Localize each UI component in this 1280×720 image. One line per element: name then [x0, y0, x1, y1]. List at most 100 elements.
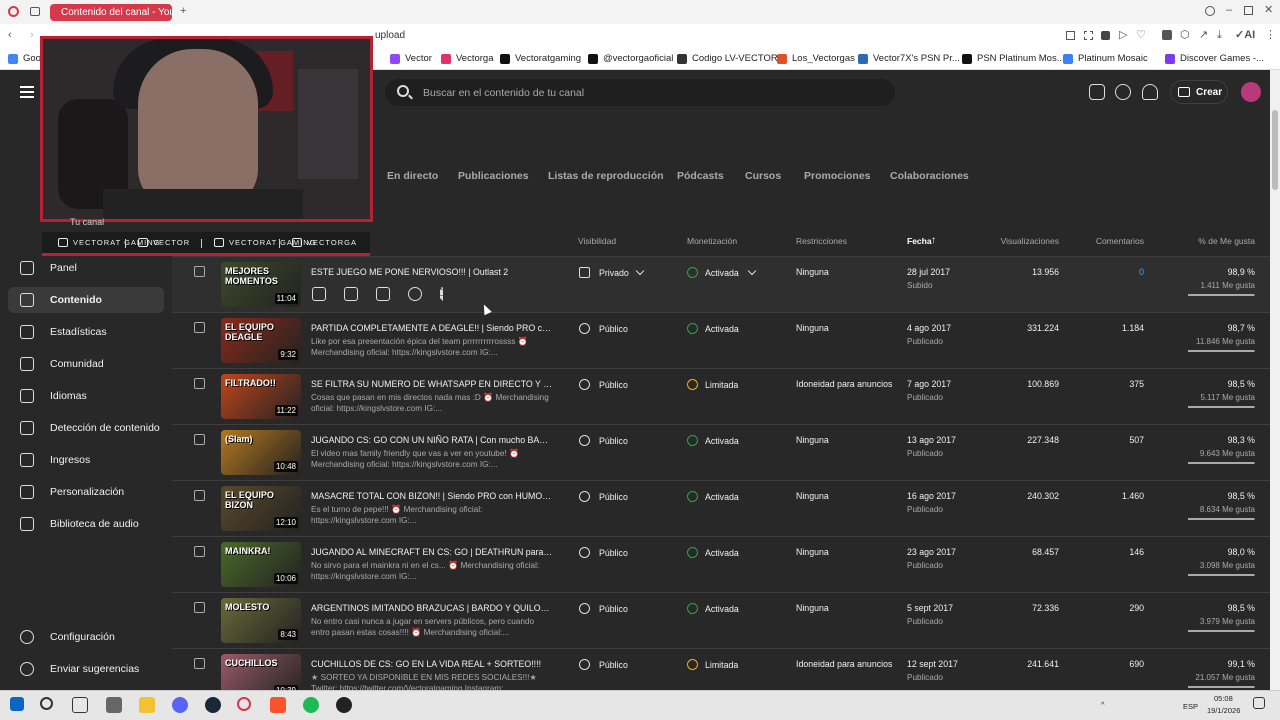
video-title[interactable]: JUGANDO AL MINECRAFT EN CS: GO | DEATHRU…	[311, 547, 553, 557]
table-row[interactable]: (Slam) 10:48 JUGANDO CS: GO CON UN NIÑO RA…	[172, 425, 1270, 481]
monetization-status[interactable]: Limitada	[687, 659, 738, 670]
share-icon[interactable]: ↗	[1199, 30, 1208, 41]
video-title[interactable]: MASACRE TOTAL CON BIZON!! | Siendo PRO c…	[311, 491, 553, 501]
video-title[interactable]: ESTE JUEGO ME PONE NERVIOSO!!! | Outlast…	[311, 267, 553, 277]
monetization-status[interactable]: Activada	[687, 603, 739, 614]
steam-icon[interactable]	[205, 697, 221, 713]
visibility-public[interactable]: Público	[579, 491, 628, 502]
back-icon[interactable]: ‹	[8, 30, 12, 41]
sidebar-item-estadísticas[interactable]: Estadísticas	[8, 319, 164, 345]
bookmark-item[interactable]: Vectorga	[441, 53, 494, 64]
monetization-status[interactable]: Activada	[687, 547, 739, 558]
row-checkbox[interactable]	[194, 266, 205, 277]
video-thumbnail[interactable]: MEJORES MOMENTOS 11:04	[221, 262, 301, 307]
table-row[interactable]: EL EQUIPO BIZON 12:10 MASACRE TOTAL CON BI…	[172, 481, 1270, 537]
column-header--de-me-gusta[interactable]: % de Me gusta	[1198, 236, 1255, 246]
table-row[interactable]: FILTRADO!! 11:22 SE FILTRA SU NUMERO DE WH…	[172, 369, 1270, 425]
bookmark-item[interactable]: Platinum Mosaic	[1063, 53, 1148, 64]
search-input[interactable]: Buscar en el contenido de tu canal	[423, 87, 584, 99]
taskbar-search-icon[interactable]	[40, 697, 53, 710]
row-checkbox[interactable]	[194, 546, 205, 557]
row-checkbox[interactable]	[194, 322, 205, 333]
visibility-private[interactable]: Privado	[579, 266, 645, 278]
clock-time[interactable]: 05:08	[1214, 694, 1233, 703]
table-row[interactable]: MEJORES MOMENTOS 11:04 ESTE JUEGO ME PONE …	[172, 257, 1270, 313]
bookmark-item[interactable]: Codigo LV-VECTOR	[677, 53, 778, 64]
video-title[interactable]: JUGANDO CS: GO CON UN NIÑO RATA | Con mu…	[311, 435, 553, 445]
column-header-restricciones[interactable]: Restricciones	[796, 236, 847, 246]
taskbar-app-icon[interactable]	[106, 697, 122, 713]
spotify-icon[interactable]	[303, 697, 319, 713]
chevron-down-icon[interactable]	[635, 266, 645, 275]
obs-icon[interactable]	[336, 697, 352, 713]
monetization-status[interactable]: Limitada	[687, 379, 738, 390]
forward-icon[interactable]: ›	[30, 30, 34, 41]
tab-promociones[interactable]: Promociones	[804, 170, 871, 182]
search-tabs-icon[interactable]	[1205, 6, 1215, 16]
table-row[interactable]: MOLESTO 8:43 ARGENTINOS IMITANDO BRAZUCAS …	[172, 593, 1270, 649]
tab-manager-icon[interactable]	[30, 7, 40, 16]
comments-value[interactable]: 375	[1129, 379, 1144, 389]
bookmark-item[interactable]: PSN Platinum Mos...	[962, 53, 1065, 64]
puzzle-icon[interactable]: ⬡	[1180, 30, 1190, 41]
tab-en-directo[interactable]: En directo	[387, 170, 438, 182]
bookmark-item[interactable]: Los_Vectorgas	[777, 53, 855, 64]
column-header-visualizaciones[interactable]: Visualizaciones	[1001, 236, 1059, 246]
comments-value[interactable]: 1.184	[1122, 323, 1144, 333]
clock-date[interactable]: 19/1/2026	[1207, 706, 1240, 715]
tab-listas-de-reproducción[interactable]: Listas de reproducción	[548, 170, 664, 182]
visibility-public[interactable]: Público	[579, 323, 628, 334]
table-row[interactable]: EL EQUIPO DEAGLE 9:32 PARTIDA COMPLETAMENT…	[172, 313, 1270, 369]
row-checkbox[interactable]	[194, 602, 205, 613]
tab-pódcasts[interactable]: Pódcasts	[677, 170, 724, 182]
row-checkbox[interactable]	[194, 378, 205, 389]
video-thumbnail[interactable]: MAINKRA! 10:06	[221, 542, 301, 587]
tab-colaboraciones[interactable]: Colaboraciones	[890, 170, 969, 182]
avatar[interactable]	[1241, 82, 1261, 102]
column-header-comentarios[interactable]: Comentarios	[1096, 236, 1144, 246]
ai-icon[interactable]: ✓AI	[1235, 30, 1255, 41]
windows-start-icon[interactable]	[10, 697, 24, 711]
video-thumbnail[interactable]: EL EQUIPO DEAGLE 9:32	[221, 318, 301, 363]
column-header-visibilidad[interactable]: Visibilidad	[578, 236, 616, 246]
sidebar-item-panel[interactable]: Panel	[8, 255, 164, 281]
column-header-monetizaci-n[interactable]: Monetización	[687, 236, 737, 246]
comments-value[interactable]: 690	[1129, 659, 1144, 669]
video-title[interactable]: SE FILTRA SU NUMERO DE WHATSAPP EN DIREC…	[311, 379, 553, 389]
row-checkbox[interactable]	[194, 658, 205, 669]
language-indicator[interactable]: ESP	[1183, 702, 1198, 711]
comments-value[interactable]: 290	[1129, 603, 1144, 613]
sidebar-item-contenido[interactable]: Contenido	[8, 287, 164, 313]
row-checkbox[interactable]	[194, 434, 205, 445]
visibility-public[interactable]: Público	[579, 435, 628, 446]
comments-value[interactable]: 1.460	[1122, 491, 1144, 501]
tab-active[interactable]: Contenido del canal - YouTube	[50, 4, 172, 21]
captions-icon[interactable]	[1089, 84, 1105, 100]
heart-icon[interactable]: ♡	[1136, 30, 1146, 41]
help-icon[interactable]	[1115, 84, 1131, 100]
snapshot-icon[interactable]	[1084, 31, 1093, 40]
video-thumbnail[interactable]: EL EQUIPO BIZON 12:10	[221, 486, 301, 531]
tab-publicaciones[interactable]: Publicaciones	[458, 170, 529, 182]
download-icon[interactable]: ⤓	[1217, 30, 1222, 41]
bookmark-item[interactable]: Vector7X's PSN Pr...	[858, 53, 960, 64]
bookmark-item[interactable]: Discover Games -...	[1165, 53, 1264, 64]
page-scrollbar[interactable]	[1270, 70, 1280, 690]
sidebar-item-comunidad[interactable]: Comunidad	[8, 351, 164, 377]
visibility-public[interactable]: Público	[579, 547, 628, 558]
sidebar-item-idiomas[interactable]: Idiomas	[8, 383, 164, 409]
opera-icon[interactable]	[8, 6, 19, 17]
column-header-fecha[interactable]: Fecha	[907, 236, 932, 246]
notifications-icon[interactable]	[1142, 84, 1158, 100]
table-row[interactable]: MAINKRA! 10:06 JUGANDO AL MINECRAFT EN CS:…	[172, 537, 1270, 593]
tab-cursos[interactable]: Cursos	[745, 170, 781, 182]
sidebar-item-biblioteca[interactable]: Biblioteca de audio	[8, 511, 164, 537]
comments-value[interactable]: 0	[1139, 267, 1144, 277]
new-tab-icon[interactable]: +	[180, 6, 186, 17]
close-icon[interactable]: ✕	[1264, 5, 1273, 16]
monetization-status[interactable]: Activada	[687, 435, 739, 446]
file-explorer-icon[interactable]	[139, 697, 155, 713]
scrollbar-thumb[interactable]	[1272, 110, 1278, 190]
sidebar-item-detección[interactable]: Detección de contenido	[8, 415, 164, 441]
comments-icon[interactable]	[376, 287, 390, 301]
